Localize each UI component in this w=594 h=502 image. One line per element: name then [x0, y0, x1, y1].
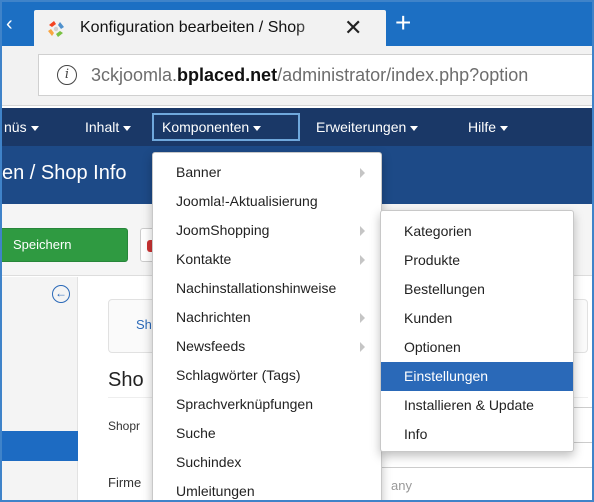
- submenu-item-info[interactable]: Info: [381, 420, 573, 449]
- menu-item-joomla-update[interactable]: Joomla!-Aktualisierung: [153, 187, 381, 216]
- submenu-item-optionen[interactable]: Optionen: [381, 333, 573, 362]
- nav-item-hilfe[interactable]: Hilfe: [468, 119, 509, 135]
- caret-down-icon: [30, 125, 39, 131]
- submenu-item-kunden[interactable]: Kunden: [381, 304, 573, 333]
- caret-down-icon: [123, 125, 132, 131]
- caret-down-icon: [253, 125, 262, 131]
- new-tab-icon[interactable]: +: [395, 8, 411, 38]
- admin-navbar: nüs Inhalt Komponenten Erweiterungen Hil…: [2, 108, 592, 146]
- menu-item-joomshopping[interactable]: JoomShopping: [153, 216, 381, 245]
- sidebar: ←: [2, 277, 78, 500]
- tab-shop[interactable]: Sh: [136, 317, 152, 332]
- browser-window: ‹ Konfiguration bearbeiten / Shop ✕ + i …: [0, 0, 594, 502]
- menu-item-banner[interactable]: Banner: [153, 158, 381, 187]
- nav-item-erweiterungen[interactable]: Erweiterungen: [316, 119, 419, 135]
- caret-down-icon: [500, 125, 509, 131]
- chevron-right-icon: [360, 313, 365, 323]
- shopname-label: Shopr: [108, 419, 141, 433]
- url-text: 3ckjoomla.bplaced.net/administrator/inde…: [91, 65, 529, 85]
- sidebar-collapse-icon[interactable]: ←: [52, 285, 70, 303]
- url-field[interactable]: i 3ckjoomla.bplaced.net/administrator/in…: [38, 54, 592, 96]
- menu-item-kontakte[interactable]: Kontakte: [153, 245, 381, 274]
- joomshopping-submenu: Kategorien Produkte Bestellungen Kunden …: [380, 210, 574, 452]
- chevron-right-icon: [360, 342, 365, 352]
- submenu-item-install-update[interactable]: Installieren & Update: [381, 391, 573, 420]
- chevron-right-icon: [360, 168, 365, 178]
- sidebar-item-active[interactable]: [2, 431, 78, 461]
- tab-title-fade: [294, 14, 334, 42]
- chevron-right-icon: [360, 226, 365, 236]
- site-info-icon[interactable]: i: [57, 65, 77, 85]
- save-button[interactable]: Speichern: [2, 228, 128, 262]
- browser-tab[interactable]: Konfiguration bearbeiten / Shop ✕: [34, 10, 386, 46]
- address-bar: i 3ckjoomla.bplaced.net/administrator/in…: [2, 46, 592, 106]
- tab-scroll-left-icon[interactable]: ‹: [6, 12, 22, 36]
- company-placeholder: any: [391, 478, 412, 493]
- menu-item-associations[interactable]: Sprachverknüpfungen: [153, 390, 381, 419]
- section-title: Sho: [108, 369, 144, 391]
- nav-item-inhalt[interactable]: Inhalt: [85, 119, 132, 135]
- company-label: Firme: [108, 475, 142, 490]
- menu-item-umleitungen[interactable]: Umleitungen: [153, 477, 381, 500]
- submenu-item-einstellungen[interactable]: Einstellungen: [381, 362, 573, 391]
- menu-item-postinstall[interactable]: Nachinstallationshinweise: [153, 274, 381, 303]
- close-tab-icon[interactable]: ✕: [344, 14, 362, 42]
- submenu-item-bestellungen[interactable]: Bestellungen: [381, 275, 573, 304]
- menu-item-suchindex[interactable]: Suchindex: [153, 448, 381, 477]
- components-dropdown: Banner Joomla!-Aktualisierung JoomShoppi…: [152, 152, 382, 500]
- menu-item-nachrichten[interactable]: Nachrichten: [153, 303, 381, 332]
- page-title: en / Shop Info: [2, 162, 127, 184]
- menu-item-tags[interactable]: Schlagwörter (Tags): [153, 361, 381, 390]
- submenu-item-kategorien[interactable]: Kategorien: [381, 217, 573, 246]
- browser-tab-strip: ‹ Konfiguration bearbeiten / Shop ✕ +: [2, 2, 592, 46]
- nav-item-menus[interactable]: nüs: [4, 119, 39, 135]
- joomla-favicon-icon: [48, 21, 64, 37]
- menu-item-suche[interactable]: Suche: [153, 419, 381, 448]
- submenu-item-produkte[interactable]: Produkte: [381, 246, 573, 275]
- chevron-right-icon: [360, 255, 365, 265]
- menu-item-newsfeeds[interactable]: Newsfeeds: [153, 332, 381, 361]
- caret-down-icon: [410, 125, 419, 131]
- nav-item-komponenten[interactable]: Komponenten: [162, 119, 262, 135]
